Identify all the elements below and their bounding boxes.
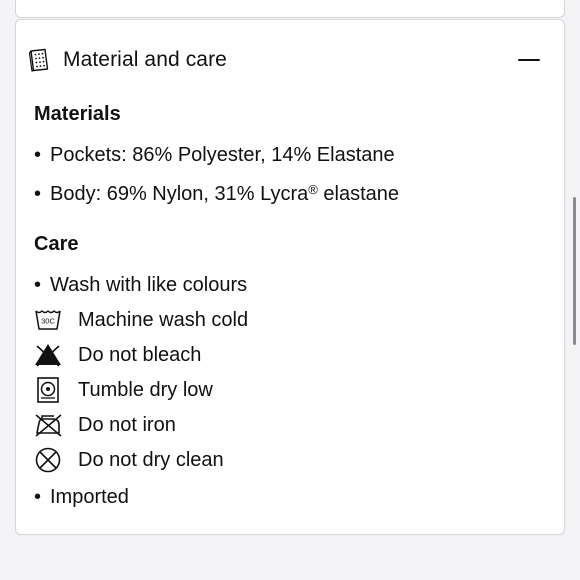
do-not-dry-clean-icon (35, 447, 61, 473)
materials-heading: Materials (34, 103, 121, 125)
list-item: • Wash with like colours (34, 274, 248, 296)
care-item-do-not-dry-clean: Do not dry clean (34, 445, 434, 475)
machine-wash-cold-icon: 30C (35, 310, 61, 330)
care-item-tumble-dry: Tumble dry low (34, 375, 434, 405)
previous-accordion-panel (15, 0, 565, 18)
accordion-header[interactable]: Material and care (16, 20, 564, 102)
page: Material and care Materials • Pockets: 86… (0, 0, 580, 580)
scrollbar[interactable] (571, 0, 580, 580)
care-item-do-not-bleach: Do not bleach (34, 340, 434, 370)
scrollbar-thumb[interactable] (573, 197, 576, 345)
minus-icon[interactable] (518, 50, 542, 70)
list-item: • Body: 69% Nylon, 31% Lycra® elastane (34, 182, 400, 205)
tumble-dry-low-icon (37, 377, 59, 403)
list-item: • Pockets: 86% Polyester, 14% Elastane (34, 144, 395, 166)
do-not-iron-icon (35, 414, 62, 437)
care-item-machine-wash: 30C Machine wash cold (34, 305, 434, 335)
care-item-do-not-iron: Do not iron (34, 410, 434, 440)
care-heading: Care (34, 233, 79, 255)
care-label-icon (28, 48, 49, 72)
list-item: • Imported (34, 486, 129, 508)
accordion-title: Material and care (63, 48, 227, 71)
material-care-accordion: Material and care Materials • Pockets: 86… (15, 19, 565, 535)
do-not-bleach-icon (35, 344, 61, 367)
svg-text:30C: 30C (41, 317, 55, 326)
